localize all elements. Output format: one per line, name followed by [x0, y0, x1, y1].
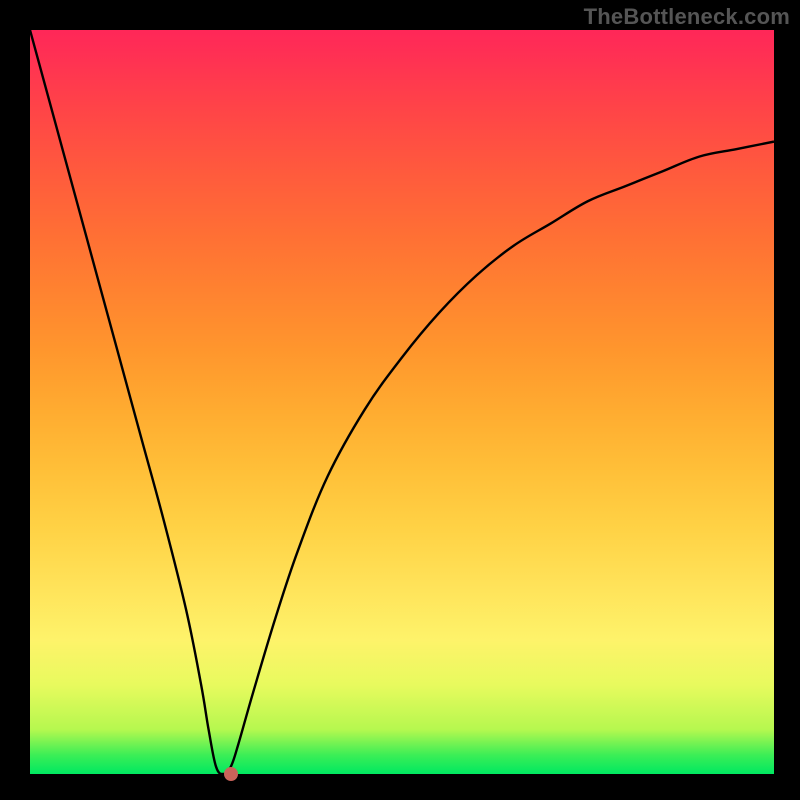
curve-svg	[30, 30, 774, 774]
watermark-text: TheBottleneck.com	[584, 4, 790, 30]
curve-line	[30, 30, 774, 774]
plot-area	[30, 30, 774, 774]
chart-frame: TheBottleneck.com	[0, 0, 800, 800]
marker-dot	[224, 767, 238, 781]
